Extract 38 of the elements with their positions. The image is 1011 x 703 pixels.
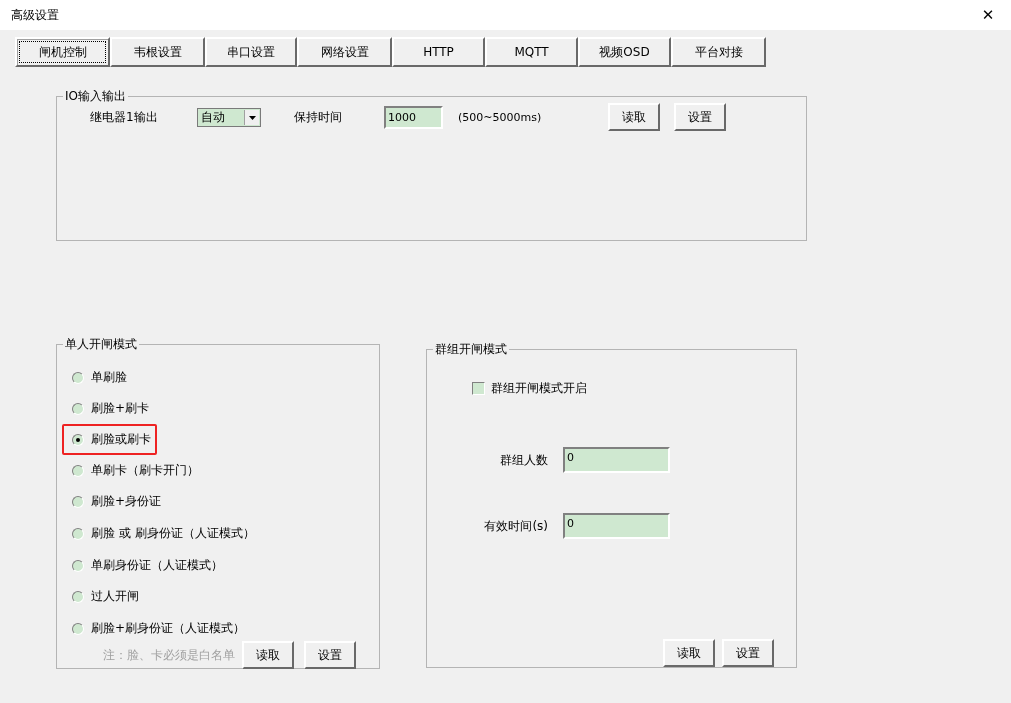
read-button[interactable]: 读取	[242, 641, 294, 669]
hold-time-field[interactable]: 1000	[384, 105, 443, 129]
radio-option[interactable]: 刷脸或刷卡	[62, 424, 157, 455]
radio-option[interactable]: 刷脸 或 刷身份证（人证模式）	[62, 517, 265, 550]
radio-option[interactable]: 单刷卡（刷卡开门）	[62, 455, 209, 486]
enable-checkbox-row[interactable]: 群组开闸模式开启	[472, 380, 796, 397]
set-button[interactable]: 设置	[674, 103, 726, 131]
tab[interactable]: HTTP	[392, 37, 485, 67]
input-field[interactable]: 0	[563, 513, 670, 539]
tab[interactable]: 闸机控制	[15, 37, 110, 67]
tab[interactable]: 韦根设置	[110, 37, 205, 67]
tab[interactable]: MQTT	[485, 37, 578, 67]
radio-option[interactable]: 单刷脸	[62, 362, 137, 393]
relay-label: 继电器1输出	[90, 108, 159, 126]
tab[interactable]: 串口设置	[205, 37, 297, 67]
input-field[interactable]: 0	[563, 447, 670, 473]
radio-option[interactable]: 单刷身份证（人证模式）	[62, 550, 233, 581]
tab[interactable]: 平台对接	[671, 37, 766, 67]
window-title: 高级设置	[11, 6, 59, 24]
read-button[interactable]: 读取	[663, 639, 715, 667]
field-label: 群组人数	[499, 451, 548, 469]
hold-time-label: 保持时间	[294, 108, 343, 126]
set-button[interactable]: 设置	[304, 641, 356, 669]
radio-option[interactable]: 刷脸+刷卡	[62, 393, 160, 424]
radio-option[interactable]: 刷脸+身份证	[62, 486, 172, 517]
range-hint: (500~5000ms)	[458, 110, 543, 124]
note-text: 注：脸、卡必须是白名单	[103, 646, 235, 664]
relay-dropdown[interactable]: 自动	[197, 107, 261, 127]
set-button[interactable]: 设置	[722, 639, 774, 667]
tab[interactable]: 视频OSD	[578, 37, 671, 67]
field-label: 有效时间(s)	[483, 517, 548, 535]
radio-option[interactable]: 过人开闸	[62, 581, 149, 612]
read-button[interactable]: 读取	[608, 103, 660, 131]
group-title: 单人开闸模式	[64, 336, 138, 353]
tab[interactable]: 网络设置	[297, 37, 392, 67]
close-button[interactable]: ✕	[965, 0, 1011, 30]
group-title: 群组开闸模式	[434, 341, 508, 358]
group-title: IO输入输出	[64, 88, 127, 105]
